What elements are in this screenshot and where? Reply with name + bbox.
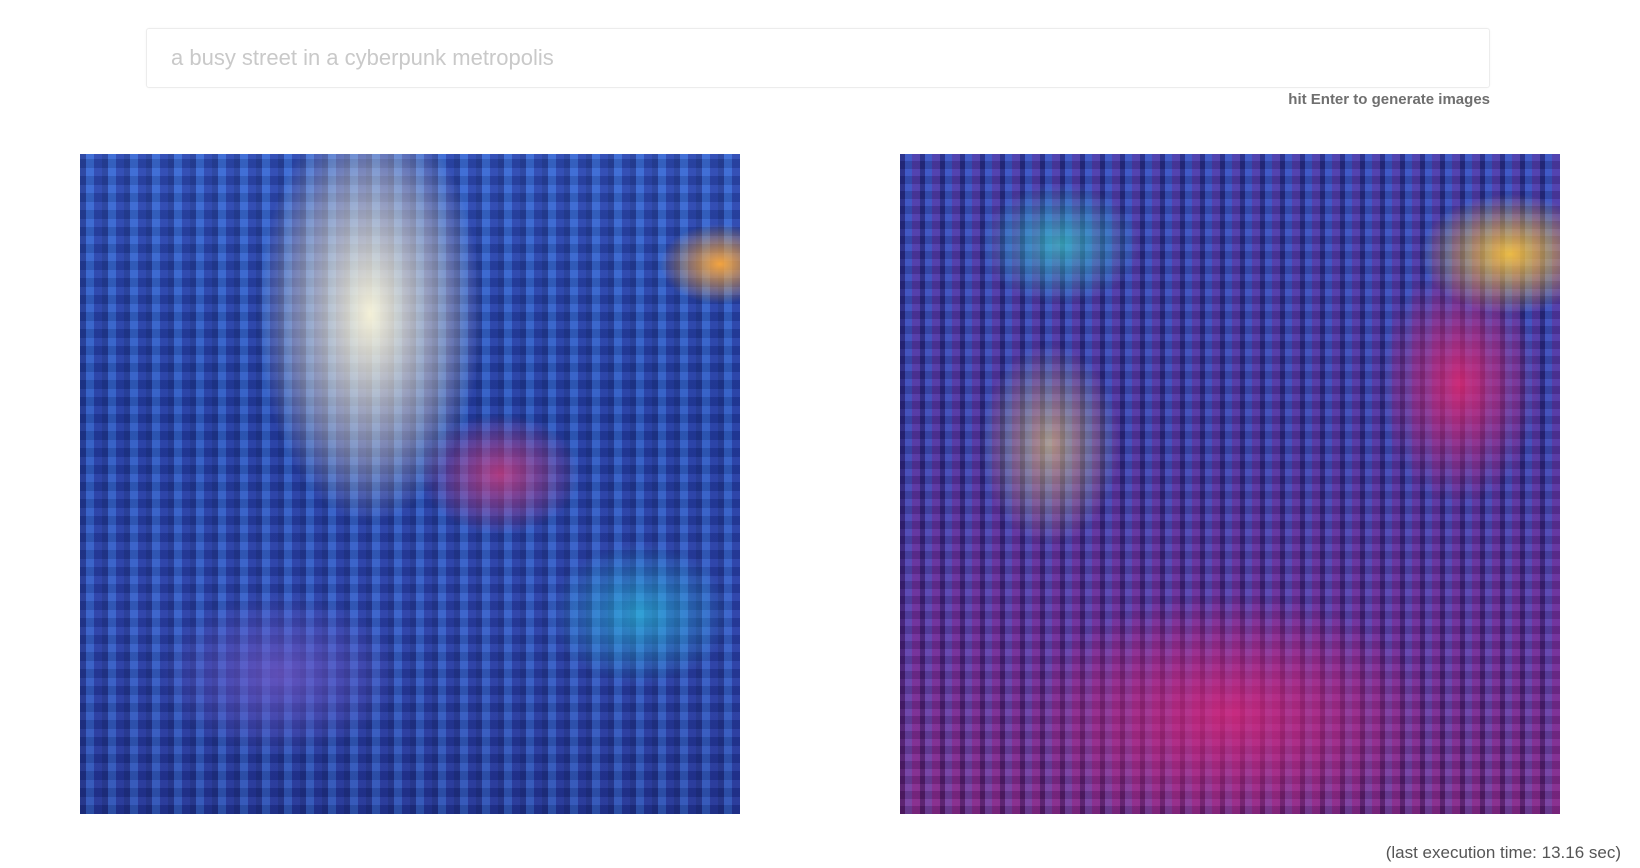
app-page: hit Enter to generate images (last execu… [0, 0, 1640, 868]
generated-image-2 [900, 154, 1560, 814]
execution-time-text: (last execution time: 13.16 sec) [1385, 843, 1621, 862]
generated-image-1 [80, 154, 740, 814]
prompt-input[interactable] [147, 29, 1489, 87]
enter-hint: hit Enter to generate images [1288, 91, 1490, 108]
prompt-field-container [146, 28, 1490, 88]
